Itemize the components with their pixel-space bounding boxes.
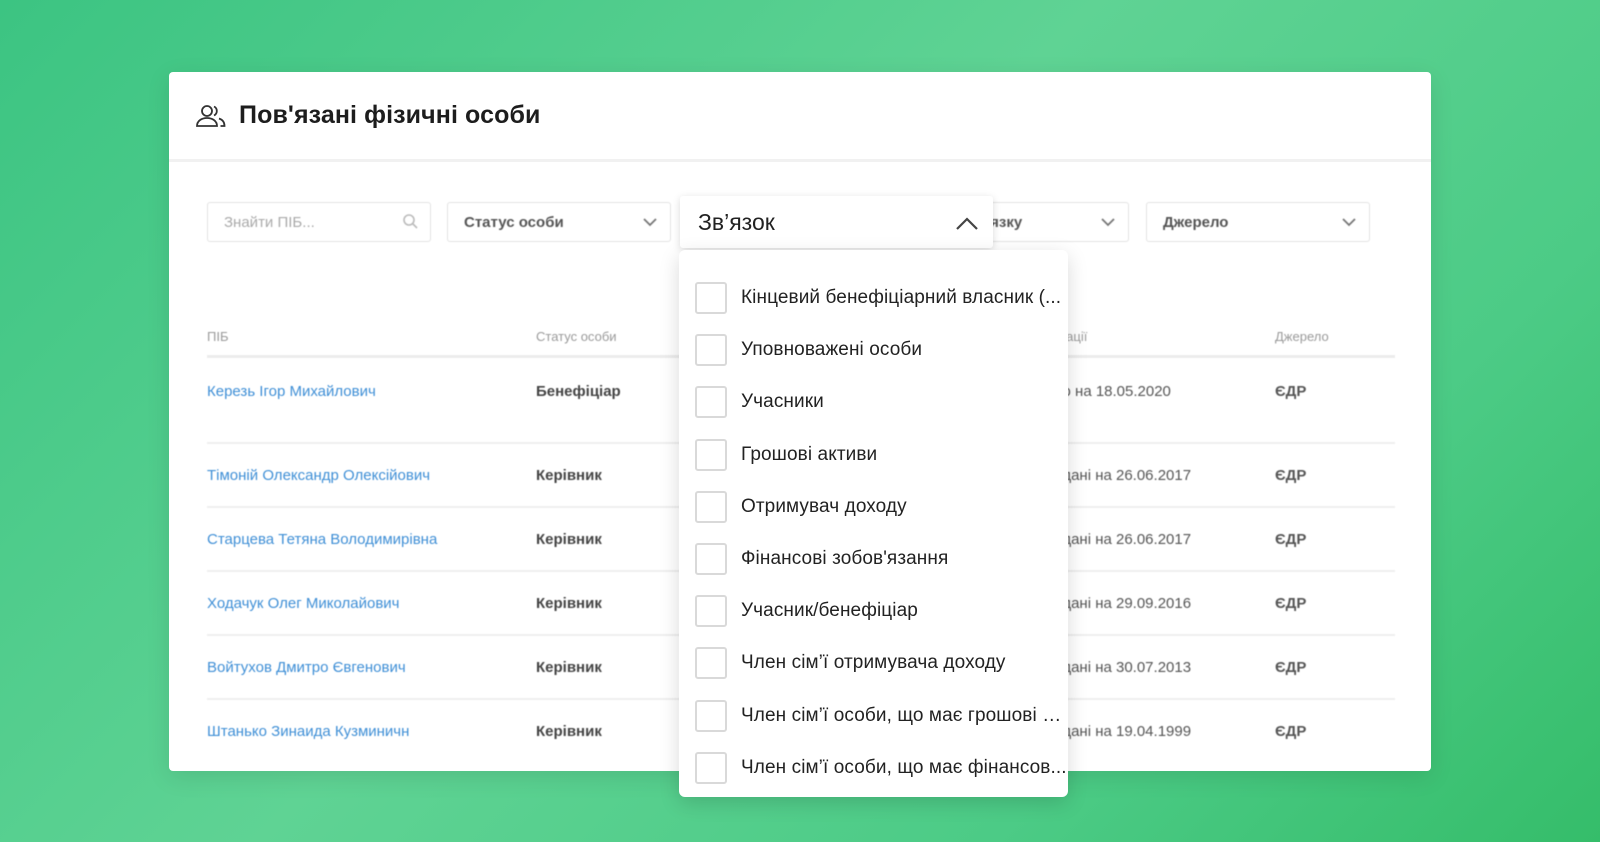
source-value: ЄДР bbox=[1275, 467, 1307, 484]
header-name: ПІБ bbox=[207, 329, 229, 344]
dropdown-option[interactable]: Фінансові зобов'язання bbox=[679, 533, 1068, 585]
person-name-link[interactable]: Ходачук Олег Миколайович bbox=[207, 595, 400, 612]
chevron-down-icon bbox=[642, 214, 658, 230]
status-filter-label: Статус особи bbox=[464, 213, 564, 231]
option-label: Учасник/бенефіціар bbox=[741, 600, 918, 622]
option-checkbox[interactable] bbox=[695, 334, 727, 367]
option-checkbox[interactable] bbox=[695, 751, 727, 784]
dropdown-option[interactable]: Грошові активи bbox=[679, 429, 1068, 481]
panel-title: Пов'язані фізичні особи bbox=[239, 101, 541, 129]
person-name-link[interactable]: Старцева Тетяна Володимирівна bbox=[207, 531, 437, 548]
dropdown-label: Зв’язок bbox=[698, 208, 775, 235]
option-label: Учасники bbox=[741, 391, 824, 413]
source-value: ЄДР bbox=[1275, 723, 1307, 740]
option-label: Член сім’ї особи, що має фінансов... bbox=[741, 756, 1067, 778]
link-type-dropdown-toggle[interactable]: Зв’язок bbox=[680, 196, 993, 248]
option-label: Уповноважені особи bbox=[741, 339, 923, 361]
person-name-link[interactable]: Тімоній Олександр Олексійович bbox=[207, 467, 430, 484]
chevron-up-icon bbox=[955, 212, 979, 239]
dropdown-option[interactable]: Учасник/бенефіціар bbox=[679, 585, 1068, 637]
panel-header: Пов'язані фізичні особи bbox=[169, 72, 1431, 162]
person-status: Керівник bbox=[536, 659, 602, 676]
option-label: Фінансові зобов'язання bbox=[741, 548, 949, 570]
person-status: Бенефіціар bbox=[536, 383, 621, 400]
header-status: Статус особи bbox=[536, 329, 617, 344]
source-value: ЄДР bbox=[1275, 659, 1307, 676]
option-checkbox[interactable] bbox=[695, 490, 727, 523]
option-checkbox[interactable] bbox=[695, 699, 727, 732]
option-checkbox[interactable] bbox=[695, 386, 727, 419]
person-name-link[interactable]: Штанько Зинаида Кузминичн bbox=[207, 723, 409, 740]
dropdown-option[interactable]: Уповноважені особи bbox=[679, 324, 1068, 376]
dropdown-option[interactable]: Член сім’ї отримувача доходу bbox=[679, 637, 1068, 689]
dropdown-option[interactable]: Член сім’ї особи, що має грошові а... bbox=[679, 690, 1068, 742]
search-placeholder: Знайти ПІБ... bbox=[224, 213, 315, 231]
option-checkbox[interactable] bbox=[695, 282, 727, 315]
option-label: Член сім’ї отримувача доходу bbox=[741, 652, 1006, 674]
status-filter-select[interactable]: Статус особи bbox=[447, 202, 671, 242]
search-input[interactable]: Знайти ПІБ... bbox=[207, 202, 431, 242]
source-filter-select[interactable]: Джерело bbox=[1146, 202, 1370, 242]
users-icon bbox=[195, 103, 229, 129]
person-status: Керівник bbox=[536, 467, 602, 484]
chevron-down-icon bbox=[1341, 214, 1357, 230]
chevron-down-icon bbox=[1100, 214, 1116, 230]
option-label: Член сім’ї особи, що має грошові а... bbox=[741, 704, 1067, 726]
person-status: Керівник bbox=[536, 723, 602, 740]
source-value: ЄДР bbox=[1275, 595, 1307, 612]
search-icon bbox=[402, 213, 418, 233]
source-value: ЄДР bbox=[1275, 531, 1307, 548]
option-label: Кінцевий бенефіціарний власник (... bbox=[741, 287, 1062, 309]
dropdown-option[interactable]: Учасники bbox=[679, 376, 1068, 428]
header-source: Джерело bbox=[1275, 329, 1329, 344]
option-label: Грошові активи bbox=[741, 443, 878, 465]
option-checkbox[interactable] bbox=[695, 595, 727, 628]
option-label: Отримувач доходу bbox=[741, 495, 907, 517]
person-name-link[interactable]: Войтухов Дмитро Євгенович bbox=[207, 659, 406, 676]
dropdown-option[interactable]: Член сім’ї особи, що має фінансов... bbox=[679, 742, 1068, 794]
link-type-dropdown-menu: Кінцевий бенефіціарний власник (... Упов… bbox=[679, 250, 1068, 797]
dropdown-option[interactable]: Отримувач доходу bbox=[679, 481, 1068, 533]
person-status: Керівник bbox=[536, 531, 602, 548]
person-name-link[interactable]: Керезь Ігор Михайлович bbox=[207, 383, 376, 400]
dropdown-option[interactable]: Кінцевий бенефіціарний власник (... bbox=[679, 272, 1068, 324]
option-checkbox[interactable] bbox=[695, 647, 727, 680]
person-status: Керівник bbox=[536, 595, 602, 612]
option-checkbox[interactable] bbox=[695, 438, 727, 471]
source-filter-label: Джерело bbox=[1163, 213, 1229, 231]
link-type-filter-select[interactable]: ’язку bbox=[969, 202, 1129, 242]
source-value: ЄДР bbox=[1275, 383, 1307, 400]
option-checkbox[interactable] bbox=[695, 543, 727, 576]
